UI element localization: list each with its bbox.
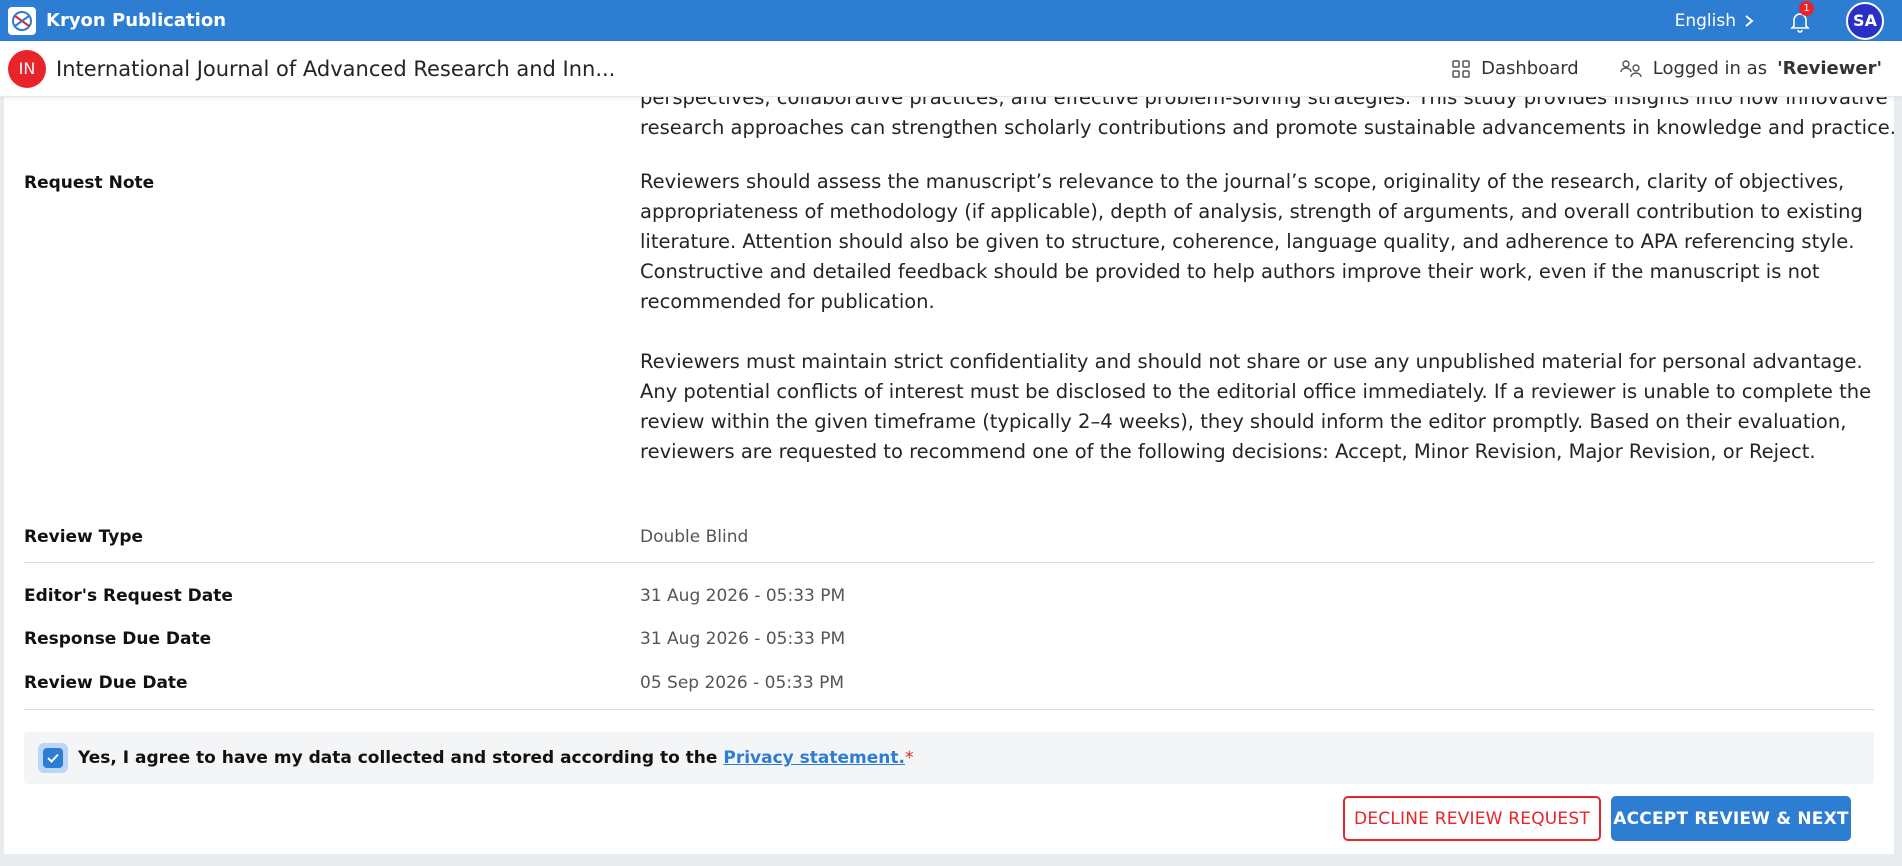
dashboard-label: Dashboard [1481,58,1579,79]
switch-user-icon [1620,59,1642,77]
privacy-consent-checkbox[interactable] [38,743,68,773]
chevron-right-icon [1745,14,1754,27]
journal-title[interactable]: International Journal of Advanced Resear… [56,57,615,81]
divider [24,562,1874,563]
dashboard-link[interactable]: Dashboard [1451,58,1579,79]
review-due-date-label: Review Due Date [24,673,188,693]
abstract-line: perspectives, collaborative practices, a… [640,97,1888,109]
abstract-line: research approaches can strengthen schol… [640,116,1894,139]
review-due-date-value: 05 Sep 2026 - 05:33 PM [640,673,844,693]
request-note-para-1: Reviewers should assess the manuscript’s… [640,170,1863,313]
decline-review-button[interactable]: DECLINE REVIEW REQUEST [1343,796,1601,841]
checkbox-checked-icon [43,748,63,768]
response-due-date-value: 31 Aug 2026 - 05:33 PM [640,629,846,649]
abstract-text: perspectives, collaborative practices, a… [640,97,1894,143]
language-selector[interactable]: English [1675,11,1754,31]
privacy-statement-link[interactable]: Privacy statement. [723,748,905,768]
logged-in-role: 'Reviewer' [1777,58,1882,79]
editor-request-date-label: Editor's Request Date [24,586,233,606]
request-note-para-2: Reviewers must maintain strict confident… [640,350,1872,463]
language-label: English [1674,10,1736,31]
journal-avatar: IN [8,49,46,88]
privacy-consent-row: Yes, I agree to have my data collected a… [24,732,1874,784]
user-avatar[interactable]: SA [1846,1,1884,40]
review-request-card: perspectives, collaborative practices, a… [4,97,1894,854]
divider [24,709,1874,710]
review-type-label: Review Type [24,527,144,547]
accept-review-button[interactable]: ACCEPT REVIEW & NEXT [1611,796,1851,841]
request-note-label: Request Note [24,173,155,193]
review-type-value: Double Blind [640,527,749,547]
role-switcher[interactable]: Logged in as 'Reviewer' [1619,58,1882,80]
journal-header: IN International Journal of Advanced Res… [0,41,1902,97]
editor-request-date-value: 31 Aug 2026 - 05:33 PM [640,586,846,606]
required-mark: * [904,748,914,768]
notifications-button[interactable]: 1 [1786,0,1814,35]
response-due-date-label: Response Due Date [24,629,212,649]
consent-text: Yes, I agree to have my data collected a… [78,748,718,768]
grid-icon [1452,59,1470,78]
kryon-logo-icon[interactable] [8,6,36,35]
consent-text-wrapper: Yes, I agree to have my data collected a… [78,748,913,768]
notification-badge: 1 [1799,0,1814,16]
logged-in-prefix: Logged in as [1652,58,1768,79]
top-navbar: Kryon Publication English 1 SA [0,0,1902,41]
brand-name[interactable]: Kryon Publication [46,10,226,31]
